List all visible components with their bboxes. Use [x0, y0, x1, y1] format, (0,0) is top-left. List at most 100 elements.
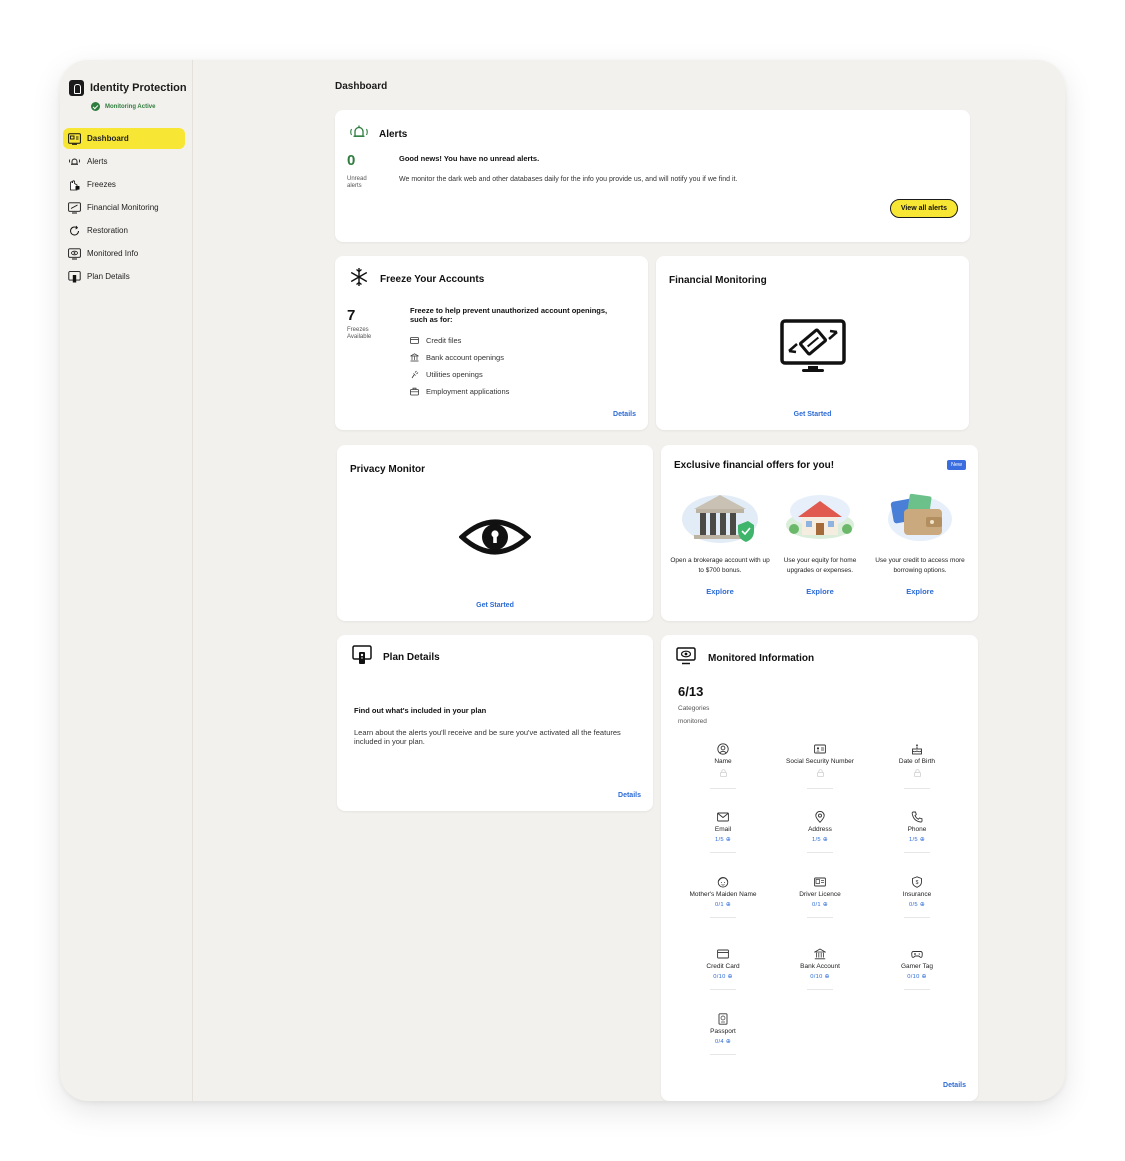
category-item[interactable]: Driver Licence 0/1 ⊕	[770, 876, 870, 918]
category-item[interactable]: Address 1/5 ⊕	[770, 811, 870, 853]
category-count[interactable]: 1/5 ⊕	[867, 837, 967, 843]
house-icon	[786, 495, 854, 539]
category-name: Insurance	[902, 891, 932, 898]
sidebar-item-monitored-info[interactable]: Monitored Info	[63, 243, 185, 264]
category-item[interactable]: Mother's Maiden Name 0/1 ⊕	[673, 876, 773, 918]
monitored-count: 6/13	[678, 684, 704, 699]
category-count[interactable]: 1/5 ⊕	[770, 837, 870, 843]
brand-name: Identity Protection	[90, 82, 187, 94]
plan-body: Learn about the alerts you'll receive an…	[354, 728, 621, 746]
mail-icon	[717, 812, 729, 822]
category-count[interactable]: 0/4 ⊕	[673, 1039, 773, 1045]
add-circle-icon[interactable]: ⊕	[823, 974, 830, 980]
category-count[interactable]: 0/10 ⊕	[770, 974, 870, 980]
snowflake-icon	[349, 267, 369, 292]
freeze-card: Freeze Your Accounts 7 Freezes Available…	[335, 256, 648, 430]
category-count[interactable]: 0/1 ⊕	[770, 902, 870, 908]
category-count[interactable]: 0/10 ⊕	[867, 974, 967, 980]
sidebar-item-alerts[interactable]: Alerts	[63, 151, 185, 172]
monitored-details-link[interactable]: Details	[943, 1082, 966, 1089]
dashboard-icon	[68, 132, 81, 145]
category-count-value: 0/1	[811, 902, 821, 908]
sidebar-item-label: Plan Details	[87, 272, 130, 281]
explore-link[interactable]: Explore	[670, 587, 770, 596]
category-item[interactable]: Email 1/5 ⊕	[673, 811, 773, 853]
category-item[interactable]: Bank Account 0/10 ⊕	[770, 948, 870, 990]
sidebar-item-dashboard[interactable]: Dashboard	[63, 128, 185, 149]
category-count[interactable]: 1/5 ⊕	[673, 837, 773, 843]
add-circle-icon[interactable]: ⊕	[724, 837, 731, 843]
monitor-eye-icon	[68, 247, 81, 260]
unread-label: Unread alerts	[347, 176, 367, 189]
add-circle-icon[interactable]: ⊕	[726, 974, 733, 980]
add-circle-icon[interactable]: ⊕	[724, 902, 731, 908]
financial-monitoring-get-started-link[interactable]: Get Started	[656, 411, 969, 418]
face-icon	[717, 877, 729, 888]
category-name: Driver Licence	[799, 891, 841, 898]
category-item[interactable]: Social Security Number	[770, 743, 870, 789]
add-circle-icon[interactable]: ⊕	[821, 837, 828, 843]
eye-lock-icon	[458, 515, 532, 564]
privacy-monitor-get-started-link[interactable]: Get Started	[337, 602, 653, 609]
category-count-value: 0/10	[810, 974, 823, 980]
view-all-alerts-button[interactable]: View all alerts	[889, 199, 958, 218]
explore-link[interactable]: Explore	[870, 587, 970, 596]
bell-alert-icon	[349, 124, 369, 145]
divider	[710, 917, 736, 918]
category-name: Mother's Maiden Name	[689, 891, 757, 898]
lock-icon	[867, 769, 967, 779]
category-count[interactable]: 0/1 ⊕	[673, 902, 773, 908]
freeze-details-link[interactable]: Details	[613, 411, 636, 418]
divider	[710, 788, 736, 789]
sidebar-item-financial-monitoring[interactable]: Financial Monitoring	[63, 197, 185, 218]
add-circle-icon[interactable]: ⊕	[920, 974, 927, 980]
privacy-monitor-card: Privacy Monitor Get Started	[337, 445, 653, 621]
explore-link[interactable]: Explore	[770, 587, 870, 596]
offer-text: Use your equity for home upgrades or exp…	[783, 557, 857, 574]
freeze-intro: Freeze to help prevent unauthorized acco…	[410, 306, 608, 324]
category-name: Social Security Number	[786, 758, 854, 765]
category-item[interactable]: Phone 1/5 ⊕	[867, 811, 967, 853]
financial-monitoring-card: Financial Monitoring Get Started	[656, 256, 969, 430]
category-name: Bank Account	[800, 963, 840, 970]
category-count[interactable]: 0/10 ⊕	[673, 974, 773, 980]
sidebar-item-label: Monitored Info	[87, 249, 139, 258]
add-circle-icon[interactable]: ⊕	[918, 837, 925, 843]
category-item[interactable]: Date of Birth	[867, 743, 967, 789]
category-item[interactable]: Gamer Tag 0/10 ⊕	[867, 948, 967, 990]
page-title: Dashboard	[335, 81, 388, 92]
add-circle-icon[interactable]: ⊕	[821, 902, 828, 908]
offer-home-equity: Use your equity for home upgrades or exp…	[770, 489, 870, 596]
plan-title: Plan Details	[383, 652, 440, 663]
alerts-body: We monitor the dark web and other databa…	[399, 176, 738, 183]
add-circle-icon[interactable]: ⊕	[918, 902, 925, 908]
sidebar-item-label: Financial Monitoring	[87, 203, 159, 212]
svg-text:$: $	[916, 880, 919, 886]
category-count-value: 0/1	[714, 902, 724, 908]
freeze-list: Credit files Bank account openings Utili…	[410, 332, 509, 400]
bell-icon	[68, 156, 81, 168]
sidebar-item-label: Alerts	[87, 157, 108, 166]
sidebar-item-freezes[interactable]: Freezes	[63, 174, 185, 195]
category-count[interactable]: 0/5 ⊕	[867, 902, 967, 908]
shield-icon: $	[912, 876, 922, 888]
category-item[interactable]: $ Insurance 0/5 ⊕	[867, 876, 967, 918]
category-item[interactable]: Credit Card 0/10 ⊕	[673, 948, 773, 990]
category-item[interactable]: Passport 0/4 ⊕	[673, 1013, 773, 1055]
sidebar-item-restoration[interactable]: Restoration	[63, 220, 185, 241]
alerts-title: Alerts	[379, 129, 408, 140]
credit-card-icon	[410, 337, 419, 344]
divider	[807, 989, 833, 990]
monitored-information-card: Monitored Information 6/13 Categories mo…	[661, 635, 978, 1101]
category-name: Address	[808, 826, 832, 833]
add-circle-icon[interactable]: ⊕	[724, 1039, 731, 1045]
category-name: Email	[714, 826, 732, 833]
plan-document-icon	[68, 270, 81, 283]
category-item[interactable]: Name	[673, 743, 773, 789]
category-name: Date of Birth	[898, 758, 936, 765]
offers-title: Exclusive financial offers for you!	[674, 460, 835, 471]
sidebar-item-plan-details[interactable]: Plan Details	[63, 266, 185, 287]
plan-details-link[interactable]: Details	[618, 792, 641, 799]
divider	[904, 788, 930, 789]
list-item: Utilities openings	[410, 366, 509, 383]
